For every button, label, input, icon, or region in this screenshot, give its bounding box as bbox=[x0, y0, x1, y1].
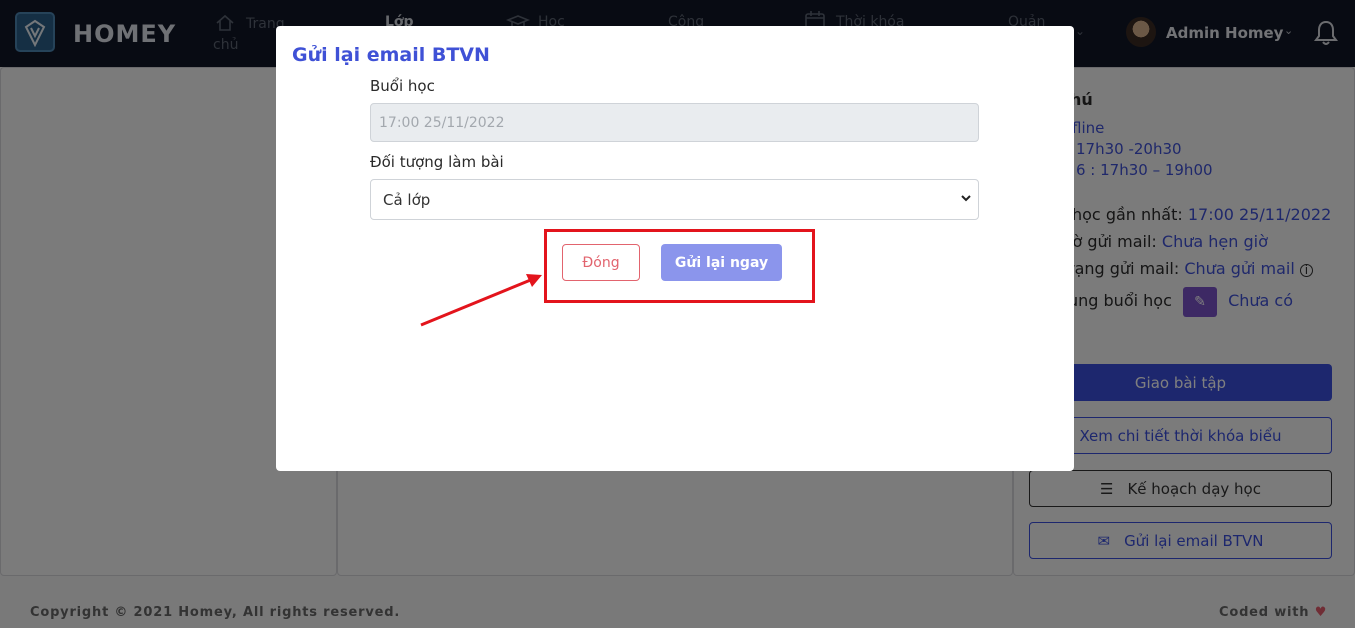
modal-title: Gửi lại email BTVN bbox=[292, 44, 490, 66]
annotation-highlight-box bbox=[544, 229, 815, 303]
session-input: 17:00 25/11/2022 bbox=[370, 103, 979, 142]
annotation-arrow-icon bbox=[420, 274, 542, 327]
target-select[interactable]: Cả lớp bbox=[370, 179, 979, 220]
target-select-value: Cả lớp bbox=[383, 191, 431, 209]
session-field-label: Buổi học bbox=[370, 77, 435, 95]
target-field-label: Đối tượng làm bài bbox=[370, 153, 504, 171]
chevron-down-icon bbox=[961, 195, 971, 202]
